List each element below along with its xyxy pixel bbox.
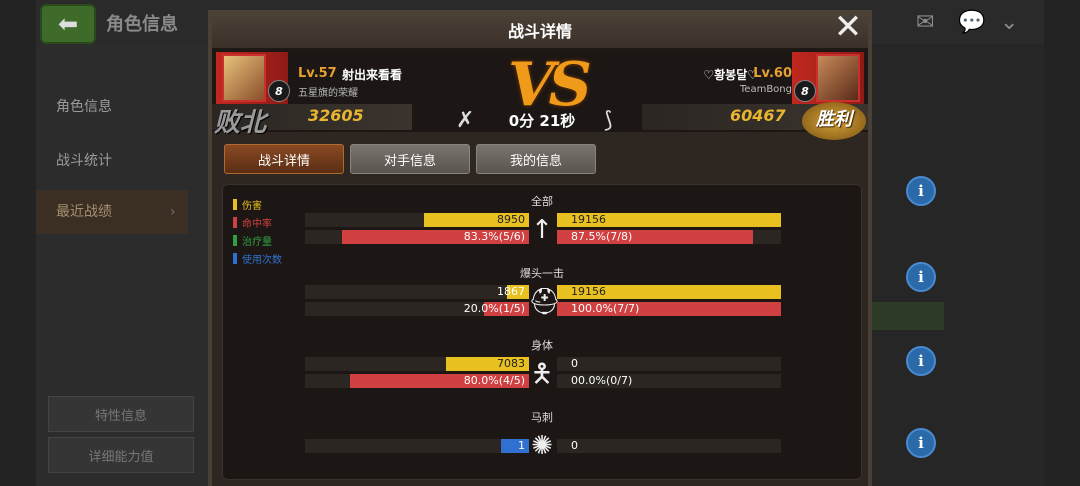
right-bar-label: 19156 xyxy=(571,285,606,298)
right-bar-label: 0 xyxy=(571,357,578,370)
helmet-icon: ⛑ xyxy=(528,287,562,317)
body-icon: 🯅 xyxy=(530,359,554,389)
right-player-guild: TeamBong xyxy=(739,84,792,95)
info-icon[interactable]: i xyxy=(906,346,936,376)
left-player-score: 32605 xyxy=(308,106,364,125)
left-bar-label: 20.0%(1/5) xyxy=(463,302,525,315)
battle-list-panel xyxy=(872,44,1044,486)
info-icon[interactable]: i xyxy=(906,176,936,206)
info-icon[interactable]: i xyxy=(906,428,936,458)
category-label: 身体 xyxy=(531,339,553,352)
right-player-avatar[interactable] xyxy=(816,54,860,102)
legend-item: 使用次数 xyxy=(233,251,282,266)
info-icon[interactable]: i xyxy=(906,262,936,292)
menu-item-recent-battles[interactable]: 最近战绩 › xyxy=(36,190,188,234)
legend-swatch xyxy=(233,217,237,228)
battle-list-highlight xyxy=(872,302,944,330)
menu-item-label: 最近战绩 xyxy=(56,204,112,220)
right-bar-track: 00.0%(0/7) xyxy=(557,374,781,388)
legend-item: 伤害 xyxy=(233,197,262,212)
right-rank-badge: 8 xyxy=(794,80,816,102)
back-button[interactable]: ⬅ xyxy=(40,4,96,44)
legend-item: 治疗量 xyxy=(233,233,272,248)
category-label: 爆头一击 xyxy=(520,267,564,280)
chat-icon[interactable]: 💬 xyxy=(958,10,985,35)
legend-swatch xyxy=(233,253,237,264)
left-bar-track: 8950 xyxy=(305,213,529,227)
legend-label: 命中率 xyxy=(242,219,272,230)
collapse-icon[interactable]: ⌄ xyxy=(1000,10,1018,35)
spur-icon: ✺ xyxy=(531,431,553,461)
right-player-name: ♡황봉달♡ xyxy=(703,68,758,82)
screen-title: 角色信息 xyxy=(106,14,178,35)
right-player-level: Lv.60 xyxy=(753,66,792,81)
left-bar-label: 7083 xyxy=(497,357,525,370)
legend-swatch xyxy=(233,235,237,246)
versus-bar: 8 Lv.57 射出来看看 五星旗的荣耀 32605 败北 ✗ VS 0分 21… xyxy=(212,50,868,140)
right-bar-track: 19156 xyxy=(557,285,781,299)
left-bar-label: 80.0%(4/5) xyxy=(463,374,525,387)
menu-item-character-info[interactable]: 角色信息 xyxy=(56,96,112,116)
legend-label: 使用次数 xyxy=(242,255,282,266)
left-bar-track: 20.0%(1/5) xyxy=(305,302,529,316)
left-bar-track: 83.3%(5/6) xyxy=(305,230,529,244)
defeat-label: 败北 xyxy=(214,108,267,138)
right-weapon-icon: ⟆ xyxy=(604,108,613,133)
battle-timer: 0分 21秒 xyxy=(508,112,576,130)
menu-item-battle-stats[interactable]: 战斗统计 xyxy=(56,150,112,170)
left-bar-track: 1867 xyxy=(305,285,529,299)
left-bar-track: 7083 xyxy=(305,357,529,371)
battle-details-dialog: 战斗详情 ✕ 8 Lv.57 射出来看看 五星旗的荣耀 32605 败北 ✗ V… xyxy=(208,10,872,486)
legend-label: 伤害 xyxy=(242,201,262,212)
right-player-score: 60467 xyxy=(730,106,786,125)
detailed-stats-button[interactable]: 详细能力值 xyxy=(48,437,194,473)
stats-panel: 伤害 命中率 治疗量 使用次数 全部 ↑ 8950 19156 83.3%(5/6) 87… xyxy=(222,184,862,480)
back-arrow-icon: ⬅ xyxy=(57,10,79,38)
left-bar-label: 1867 xyxy=(497,285,525,298)
mail-icon[interactable]: ✉ xyxy=(916,10,934,35)
left-player-guild: 五星旗的荣耀 xyxy=(298,88,358,99)
category-label: 全部 xyxy=(531,195,553,208)
arrow-icon: ↑ xyxy=(531,215,553,245)
tab-my-info[interactable]: 我的信息 xyxy=(476,144,596,174)
left-bar-track: 80.0%(4/5) xyxy=(305,374,529,388)
left-bar-track: 1 xyxy=(305,439,529,453)
left-weapon-icon: ✗ xyxy=(456,108,475,133)
left-bar-label: 83.3%(5/6) xyxy=(463,230,525,243)
right-bar-track: 87.5%(7/8) xyxy=(557,230,781,244)
right-bar-track: 19156 xyxy=(557,213,781,227)
close-icon: ✕ xyxy=(833,7,863,47)
category-label: 马刺 xyxy=(531,411,553,424)
right-bar-track: 0 xyxy=(557,357,781,371)
right-bar-track: 0 xyxy=(557,439,781,453)
left-rank-badge: 8 xyxy=(268,80,290,102)
traits-button[interactable]: 特性信息 xyxy=(48,396,194,432)
left-bar-label: 1 xyxy=(518,439,525,452)
left-bar-label: 8950 xyxy=(497,213,525,226)
right-bar-label: 0 xyxy=(571,439,578,452)
right-bar-label: 87.5%(7/8) xyxy=(571,230,633,243)
dialog-title: 战斗详情 xyxy=(507,22,572,41)
left-player-name: 射出来看看 xyxy=(342,68,403,82)
victory-label: 胜利 xyxy=(802,102,866,140)
legend-label: 治疗量 xyxy=(242,237,272,248)
right-bar-label: 19156 xyxy=(571,213,606,226)
right-bar-track: 100.0%(7/7) xyxy=(557,302,781,316)
legend-item: 命中率 xyxy=(233,215,272,230)
legend-swatch xyxy=(233,199,237,210)
right-bar-label: 100.0%(7/7) xyxy=(571,302,640,315)
close-button[interactable]: ✕ xyxy=(832,10,864,44)
dialog-header: 战斗详情 ✕ xyxy=(212,10,868,50)
left-player-avatar[interactable] xyxy=(222,54,266,102)
tab-opponent-info[interactable]: 对手信息 xyxy=(350,144,470,174)
right-bar-label: 00.0%(0/7) xyxy=(571,374,633,387)
chevron-right-icon: › xyxy=(170,204,176,220)
tab-battle-details[interactable]: 战斗详情 xyxy=(224,144,344,174)
left-player-level: Lv.57 xyxy=(298,66,337,81)
